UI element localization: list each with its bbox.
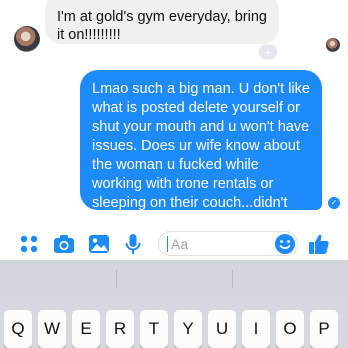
conversation-view: I'm at gold's gym everyday, bring it on!… xyxy=(0,0,348,225)
thumbs-up-icon[interactable] xyxy=(308,233,330,255)
outgoing-message-text: Lmao such a big man. U don't like what i… xyxy=(92,81,310,225)
sender-avatar[interactable] xyxy=(14,26,40,52)
key-w[interactable]: W xyxy=(38,310,66,348)
photo-gallery-icon[interactable] xyxy=(88,233,110,255)
key-r[interactable]: R xyxy=(106,310,134,348)
key-e[interactable]: E xyxy=(72,310,100,348)
suggestion-divider xyxy=(116,270,117,288)
incoming-message-bubble[interactable]: I'm at gold's gym everyday, bring it on!… xyxy=(45,0,279,44)
key-o[interactable]: O xyxy=(276,310,304,348)
apps-grid-icon[interactable] xyxy=(18,233,40,255)
outgoing-message-bubble[interactable]: Lmao such a big man. U don't like what i… xyxy=(80,70,322,225)
key-t[interactable]: T xyxy=(140,310,168,348)
suggestion-bar xyxy=(0,260,348,296)
key-p[interactable]: P xyxy=(310,310,338,348)
message-composer: Aa xyxy=(0,225,348,260)
key-q[interactable]: Q xyxy=(4,310,32,348)
microphone-icon[interactable] xyxy=(122,233,144,255)
reaction-add-icon[interactable]: + xyxy=(258,44,278,60)
emoji-icon[interactable] xyxy=(274,233,296,255)
key-i[interactable]: I xyxy=(242,310,270,348)
text-cursor xyxy=(167,236,168,252)
key-u[interactable]: U xyxy=(208,310,236,348)
seen-receipt-avatar xyxy=(326,38,340,52)
camera-icon[interactable] xyxy=(53,233,75,255)
message-input-placeholder: Aa xyxy=(171,236,189,252)
suggestion-divider xyxy=(232,270,233,288)
key-y[interactable]: Y xyxy=(174,310,202,348)
onscreen-keyboard: Q W E R T Y U I O P xyxy=(0,260,348,348)
incoming-message-text: I'm at gold's gym everyday, bring it on!… xyxy=(57,9,267,43)
check-circle-icon: ✓ xyxy=(328,197,340,209)
